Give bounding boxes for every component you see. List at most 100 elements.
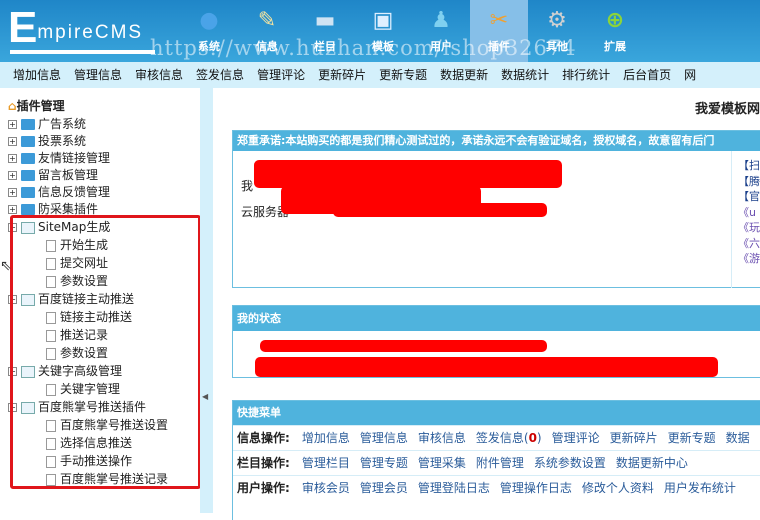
status-header: 我的状态 xyxy=(233,306,760,331)
gear-icon: ⚙ xyxy=(547,8,567,33)
tree-label: 投票系统 xyxy=(38,134,87,148)
quick-link[interactable]: 数据更新中心 xyxy=(616,456,688,470)
nav-label: 用户 xyxy=(430,40,452,53)
top-header: EmpireCMS ● 系统 ✎ 信息 ▬ 栏目 ▣ 模板 ♟ 用户 ✂ 插件 ⚙ 其他 ⊕ 扩展 xyxy=(0,0,760,62)
nav-gear[interactable]: ⚙ 其他 xyxy=(528,0,586,62)
notice-link[interactable]: 【官 xyxy=(738,189,760,205)
tree-label: 留言板管理 xyxy=(38,168,99,182)
document-pencil-icon: ✎ xyxy=(257,8,277,33)
quick-link[interactable]: 管理操作日志 xyxy=(500,481,572,495)
expand-icon[interactable]: + xyxy=(8,205,17,214)
sidebar-title: ⌂插件管理 xyxy=(8,98,65,115)
expand-icon[interactable]: + xyxy=(8,120,17,129)
subnav-link[interactable]: 增加信息 xyxy=(13,62,61,88)
quick-link[interactable]: 管理会员 xyxy=(360,481,408,495)
highlight-box xyxy=(10,215,201,489)
subnav-link[interactable]: 数据更新 xyxy=(440,62,488,88)
subnav-link[interactable]: 管理评论 xyxy=(257,62,305,88)
nav-label: 插件 xyxy=(488,40,510,53)
notice-panel: 郑重承诺:本站购买的都是我们精心测试过的，承诺永远不会有验证域名，授权域名，故意… xyxy=(232,130,760,288)
folder-icon xyxy=(21,204,35,215)
quick-link[interactable]: 系统参数设置 xyxy=(534,456,606,470)
quick-link-text: 数据 xyxy=(725,431,750,445)
expand-icon[interactable]: + xyxy=(8,171,17,180)
tree-folder[interactable]: + 投票系统 xyxy=(8,133,86,150)
quick-link[interactable]: 管理信息 xyxy=(360,431,408,445)
folder-icon xyxy=(21,170,35,181)
notice-link[interactable]: 【腾 xyxy=(738,174,760,190)
tree-folder[interactable]: + 广告系统 xyxy=(8,116,86,133)
quick-link[interactable]: 更新专题 xyxy=(668,431,716,445)
folder-icon xyxy=(21,153,35,164)
folder-icon xyxy=(21,119,35,130)
notice-link[interactable]: 【扫 xyxy=(738,158,760,174)
notice-link[interactable]: 《游 xyxy=(738,251,760,267)
subnav-link[interactable]: 审核信息 xyxy=(135,62,183,88)
subnav-link[interactable]: 数据统计 xyxy=(501,62,549,88)
quick-link-text: 修改个人资料 xyxy=(581,481,654,495)
quick-link[interactable]: 用户发布统计 xyxy=(664,481,736,495)
redaction xyxy=(254,160,562,188)
tree-folder[interactable]: + 信息反馈管理 xyxy=(8,184,110,201)
nav-tools[interactable]: ✂ 插件 xyxy=(470,0,528,62)
quick-link[interactable]: 管理评论 xyxy=(552,431,600,445)
quick-link[interactable]: 管理栏目 xyxy=(302,456,350,470)
row-label: 信息操作: xyxy=(237,431,290,445)
tree-folder[interactable]: + 友情链接管理 xyxy=(8,150,110,167)
empirecms-logo: EmpireCMS xyxy=(8,3,155,54)
notice-link[interactable]: 《玩 xyxy=(738,220,760,236)
redaction xyxy=(255,357,718,377)
quick-menu-row: 用户操作: 审核会员 管理会员 管理登陆日志 管理操作日志 修改个人资料 用户发布统计 xyxy=(233,475,760,500)
globe-icon: ● xyxy=(199,8,219,33)
subnav-link[interactable]: 网 xyxy=(684,62,696,88)
tree-label: 广告系统 xyxy=(38,117,87,131)
notice-link[interactable]: 《u xyxy=(738,205,760,221)
quick-link[interactable]: 修改个人资料 xyxy=(582,481,654,495)
quick-link-text: 审核会员 xyxy=(301,481,350,495)
quick-link[interactable]: 附件管理 xyxy=(476,456,524,470)
subnav-link[interactable]: 更新碎片 xyxy=(318,62,366,88)
mouse-cursor-icon: ⇖ xyxy=(0,258,12,274)
notice-links: 【扫 【腾 【官 《u 《玩 《六 《游 xyxy=(738,158,760,267)
expand-icon[interactable]: + xyxy=(8,154,17,163)
quick-link[interactable]: 管理采集 xyxy=(418,456,466,470)
quick-menu-row: 栏目操作: 管理栏目 管理专题 管理采集 附件管理 系统参数设置 数据更新中心 xyxy=(233,450,760,475)
nav-folder[interactable]: ▬ 栏目 xyxy=(296,0,354,62)
nav-plus[interactable]: ⊕ 扩展 xyxy=(586,0,644,62)
quick-link[interactable]: 增加信息 xyxy=(302,431,350,445)
expand-icon[interactable]: + xyxy=(8,137,17,146)
subnav-link[interactable]: 排行统计 xyxy=(562,62,610,88)
quick-link-text: 管理会员 xyxy=(359,481,408,495)
collapse-arrow-icon[interactable]: ◀ xyxy=(202,392,208,401)
nav-user[interactable]: ♟ 用户 xyxy=(412,0,470,62)
quick-link[interactable]: 签发信息(0) xyxy=(476,431,542,445)
quick-link[interactable]: 管理专题 xyxy=(360,456,408,470)
quick-link[interactable]: 审核信息 xyxy=(418,431,466,445)
nav-window[interactable]: ▣ 模板 xyxy=(354,0,412,62)
quick-link-text: 管理登陆日志 xyxy=(417,481,490,495)
tree-folder[interactable]: + 留言板管理 xyxy=(8,167,98,184)
quick-link-text: 签发信息 xyxy=(475,431,524,445)
status-panel: 我的状态 xyxy=(232,305,760,378)
quick-link[interactable]: 数据 xyxy=(726,431,750,445)
subnav-link[interactable]: 后台首页 xyxy=(623,62,671,88)
quick-link[interactable]: 更新碎片 xyxy=(610,431,658,445)
expand-icon[interactable]: + xyxy=(8,188,17,197)
logo-underline xyxy=(10,50,155,54)
quick-link-text: 管理信息 xyxy=(359,431,408,445)
quick-link[interactable]: 审核会员 xyxy=(302,481,350,495)
subnav-link[interactable]: 管理信息 xyxy=(74,62,122,88)
subnav-link[interactable]: 更新专题 xyxy=(379,62,427,88)
sidebar-splitter[interactable]: ◀ xyxy=(200,88,213,513)
nav-label: 其他 xyxy=(546,40,568,53)
logo-letter: E xyxy=(8,3,38,52)
redaction xyxy=(260,340,547,352)
quick-link[interactable]: 管理登陆日志 xyxy=(418,481,490,495)
redaction xyxy=(333,203,547,217)
tree-label: 信息反馈管理 xyxy=(38,185,111,199)
subnav-link[interactable]: 签发信息 xyxy=(196,62,244,88)
nav-globe[interactable]: ● 系统 xyxy=(180,0,238,62)
nav-document-pencil[interactable]: ✎ 信息 xyxy=(238,0,296,62)
notice-link[interactable]: 《六 xyxy=(738,236,760,252)
nav-label: 扩展 xyxy=(604,40,626,53)
